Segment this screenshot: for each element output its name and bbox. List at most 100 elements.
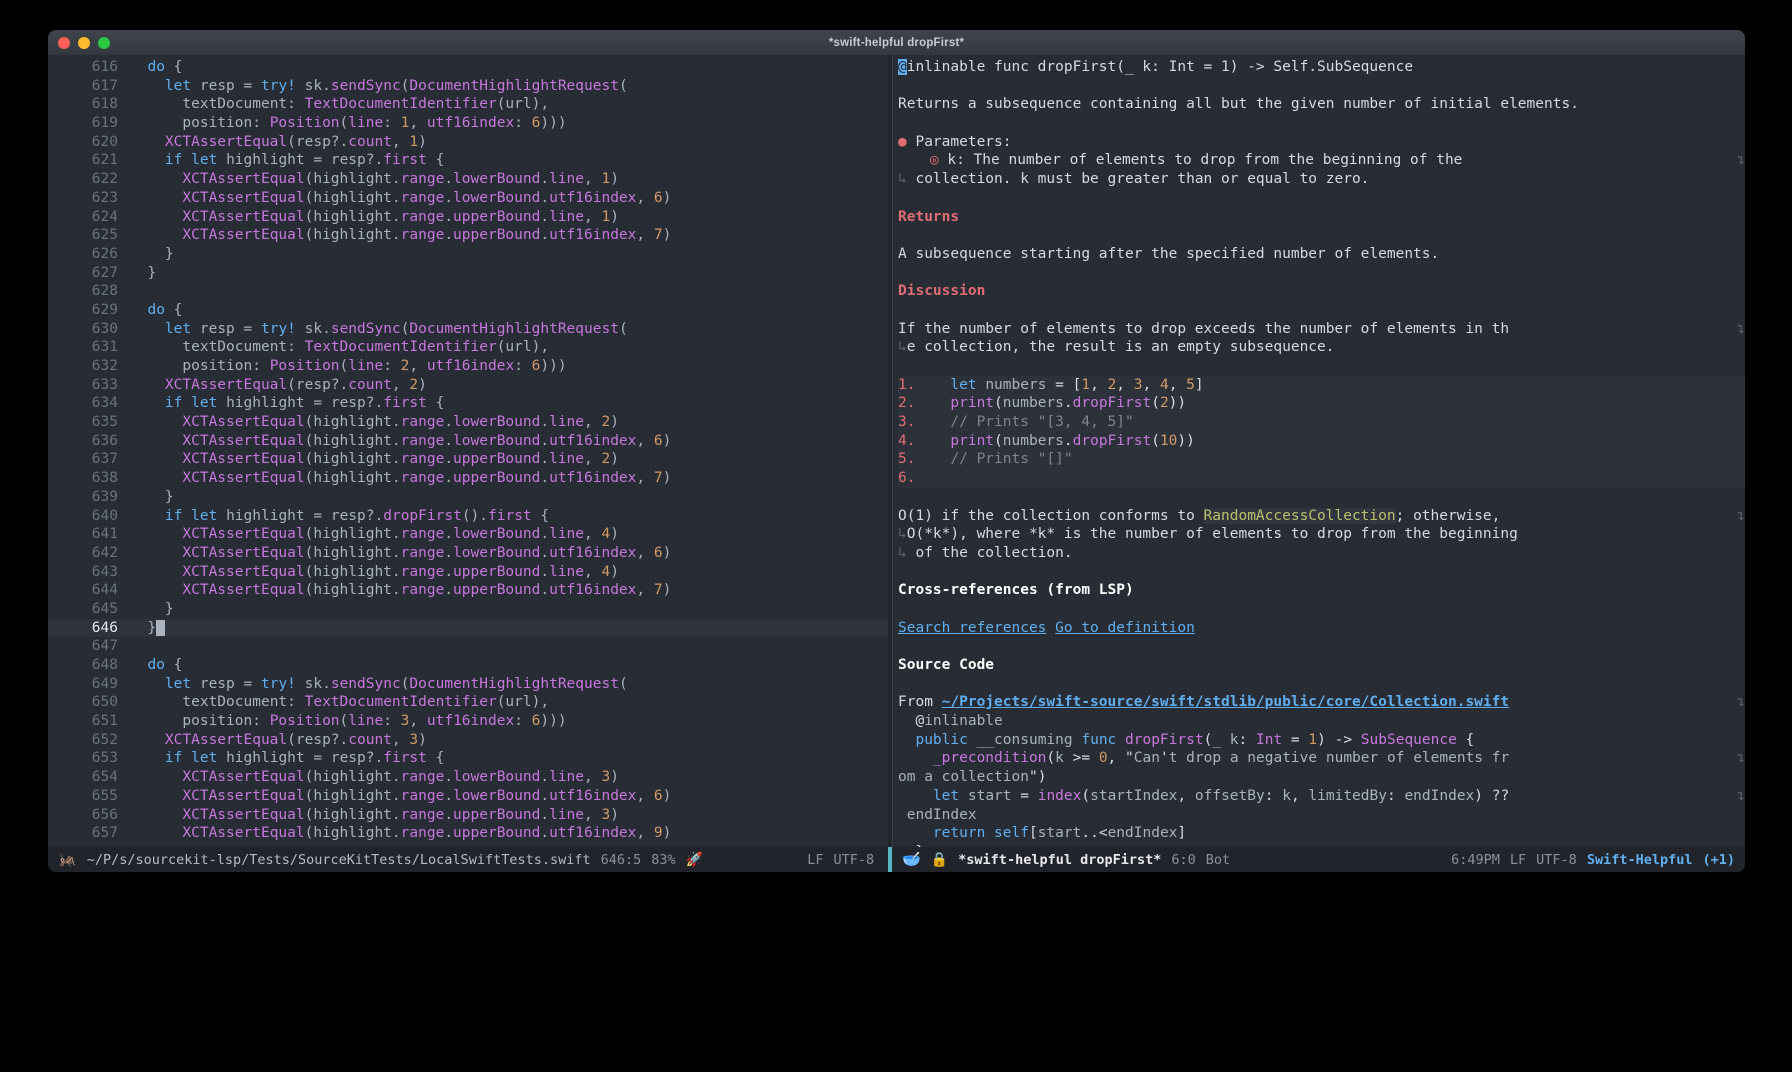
code-line[interactable]: 632 position: Position(line: 2, utf16ind… [48, 357, 888, 376]
code-line[interactable]: 640 if let highlight = resp?.dropFirst()… [48, 507, 888, 526]
code-line[interactable]: 616 do { [48, 58, 888, 77]
code-line[interactable]: 619 position: Position(line: 1, utf16ind… [48, 114, 888, 133]
code-line[interactable]: 620 XCTAssertEqual(resp?.count, 1) [48, 133, 888, 152]
line-text: XCTAssertEqual(highlight.range.upperBoun… [182, 208, 619, 225]
source-path-link[interactable]: ~/Projects/swift-source/swift/stdlib/pub… [942, 694, 1509, 710]
line-number: 657 [91, 825, 118, 842]
code-line[interactable]: 650 textDocument: TextDocumentIdentifier… [48, 693, 888, 712]
code-line[interactable]: 637 XCTAssertEqual(highlight.range.upper… [48, 450, 888, 469]
window-titlebar: *swift-helpful dropFirst* [48, 30, 1745, 56]
zoom-button[interactable] [98, 36, 110, 49]
line-text: XCTAssertEqual(highlight.range.lowerBoun… [182, 432, 672, 449]
code-line[interactable]: 654 XCTAssertEqual(highlight.range.lower… [48, 768, 888, 787]
code-line[interactable]: 652 XCTAssertEqual(resp?.count, 3) [48, 731, 888, 750]
code-line[interactable]: 626 } [48, 245, 888, 264]
line-text: let resp = try! sk.sendSync(DocumentHigh… [164, 320, 628, 337]
code-block-line-number: 1. [898, 376, 916, 393]
line-text: } [130, 488, 174, 505]
doc-discussion-line-cont: ↳e collection, the result is an empty su… [898, 339, 1335, 356]
line-number: 640 [91, 507, 118, 524]
modeline-right-minor-modes[interactable]: (+1) [1702, 852, 1745, 868]
doc-source-heading: Source Code [898, 656, 1745, 675]
line-text: XCTAssertEqual(resp?.count, 1) [164, 133, 427, 150]
code-line[interactable]: 656 XCTAssertEqual(highlight.range.upper… [48, 806, 888, 825]
doc-parameters-heading: Parameters: [915, 133, 1012, 150]
line-number: 628 [91, 283, 118, 300]
code-line[interactable]: 646 } [48, 618, 888, 638]
code-line[interactable]: 617 let resp = try! sk.sendSync(Document… [48, 77, 888, 96]
line-text: } [130, 600, 174, 617]
go-to-definition-link[interactable]: Go to definition [1055, 620, 1195, 636]
code-line[interactable]: 636 XCTAssertEqual(highlight.range.lower… [48, 432, 888, 451]
line-text: position: Position(line: 1, utf16index: … [182, 115, 567, 132]
line-number: 629 [91, 301, 118, 318]
code-line[interactable]: 625 XCTAssertEqual(highlight.range.upper… [48, 226, 888, 245]
code-block-line-text: // Prints "[3, 4, 5]" [950, 414, 1134, 431]
code-block-line-number: 6. [898, 470, 916, 487]
doc-blank-line [898, 600, 1745, 619]
doc-crossref-links: Search references Go to definition [898, 619, 1745, 638]
code-line[interactable]: 645 } [48, 600, 888, 619]
code-line[interactable]: 631 textDocument: TextDocumentIdentifier… [48, 338, 888, 357]
line-number: 618 [91, 96, 118, 113]
code-line[interactable]: 628 [48, 282, 888, 301]
line-text: position: Position(line: 3, utf16index: … [182, 713, 567, 730]
code-line[interactable]: 630 let resp = try! sk.sendSync(Document… [48, 320, 888, 339]
code-line[interactable]: 618 textDocument: TextDocumentIdentifier… [48, 95, 888, 114]
code-line[interactable]: 643 XCTAssertEqual(highlight.range.upper… [48, 563, 888, 582]
doc-discussion-heading: Discussion [898, 282, 1745, 301]
code-line[interactable]: 644 XCTAssertEqual(highlight.range.upper… [48, 581, 888, 600]
code-line[interactable]: 634 if let highlight = resp?.first { [48, 394, 888, 413]
doc-parameters-heading: ● Parameters: [898, 133, 1745, 152]
code-line[interactable]: 627 } [48, 264, 888, 283]
code-line[interactable]: 639 } [48, 488, 888, 507]
code-line[interactable]: 635 XCTAssertEqual(highlight.range.lower… [48, 413, 888, 432]
doc-blank-line [898, 357, 1745, 376]
line-text: } [130, 264, 157, 281]
doc-source-code-line-cont: om a collection") [898, 768, 1745, 787]
code-line[interactable]: 641 XCTAssertEqual(highlight.range.lower… [48, 525, 888, 544]
doc-returns-text: A subsequence starting after the specifi… [898, 245, 1440, 262]
code-line[interactable]: 647 [48, 637, 888, 656]
line-number: 638 [91, 470, 118, 487]
doc-blank-line [898, 226, 1745, 245]
line-number: 633 [91, 376, 118, 393]
close-button[interactable] [58, 36, 70, 49]
code-block-line: 5. // Prints "[]" [898, 450, 1745, 470]
code-line[interactable]: 651 position: Position(line: 3, utf16ind… [48, 712, 888, 731]
code-line[interactable]: 653 if let highlight = resp?.first { [48, 749, 888, 768]
code-line[interactable]: 649 let resp = try! sk.sendSync(Document… [48, 675, 888, 694]
doc-summary-text: Returns a subsequence containing all but… [898, 96, 1579, 113]
code-line[interactable]: 623 XCTAssertEqual(highlight.range.lower… [48, 189, 888, 208]
doc-source-line-cont: endIndex [906, 806, 977, 823]
bullet-icon: ● [898, 133, 907, 150]
code-line[interactable]: 622 XCTAssertEqual(highlight.range.lower… [48, 170, 888, 189]
search-references-link[interactable]: Search references [898, 620, 1046, 636]
line-number: 642 [91, 544, 118, 561]
swift-bird-icon: 🦗 [58, 850, 77, 868]
code-line[interactable]: 638 XCTAssertEqual(highlight.range.upper… [48, 469, 888, 488]
code-line[interactable]: 655 XCTAssertEqual(highlight.range.lower… [48, 787, 888, 806]
line-number: 631 [91, 339, 118, 356]
minimize-button[interactable] [78, 36, 90, 49]
line-text: textDocument: TextDocumentIdentifier(url… [182, 96, 550, 113]
doc-buffer: @inlinable func dropFirst(_ k: Int = 1) … [892, 55, 1745, 847]
doc-pane-right[interactable]: @inlinable func dropFirst(_ k: Int = 1) … [892, 55, 1745, 847]
code-block-line: 4. print(numbers.dropFirst(10)) [898, 431, 1745, 451]
line-text: do { [147, 657, 183, 673]
code-line[interactable]: 633 XCTAssertEqual(resp?.count, 2) [48, 376, 888, 395]
code-line[interactable]: 624 XCTAssertEqual(highlight.range.upper… [48, 208, 888, 227]
screen: *swift-helpful dropFirst* 616 do {617 le… [0, 0, 1792, 1072]
doc-blank-line [898, 637, 1745, 656]
line-number: 648 [91, 657, 118, 673]
editor-pane-left[interactable]: 616 do {617 let resp = try! sk.sendSync(… [48, 55, 888, 847]
code-line[interactable]: 657 XCTAssertEqual(highlight.range.upper… [48, 824, 888, 843]
code-line[interactable]: 648 do { [48, 656, 888, 675]
code-line[interactable]: 621 if let highlight = resp?.first { [48, 151, 888, 170]
code-line[interactable]: 629 do { [48, 301, 888, 320]
line-number: 620 [91, 133, 118, 150]
modeline-right-major-mode[interactable]: Swift-Helpful [1587, 852, 1693, 868]
modeline-left-eol: LF [807, 851, 824, 868]
doc-source-line: _precondition(k >= 0, "Can't drop a nega… [932, 750, 1510, 767]
code-line[interactable]: 642 XCTAssertEqual(highlight.range.lower… [48, 544, 888, 563]
